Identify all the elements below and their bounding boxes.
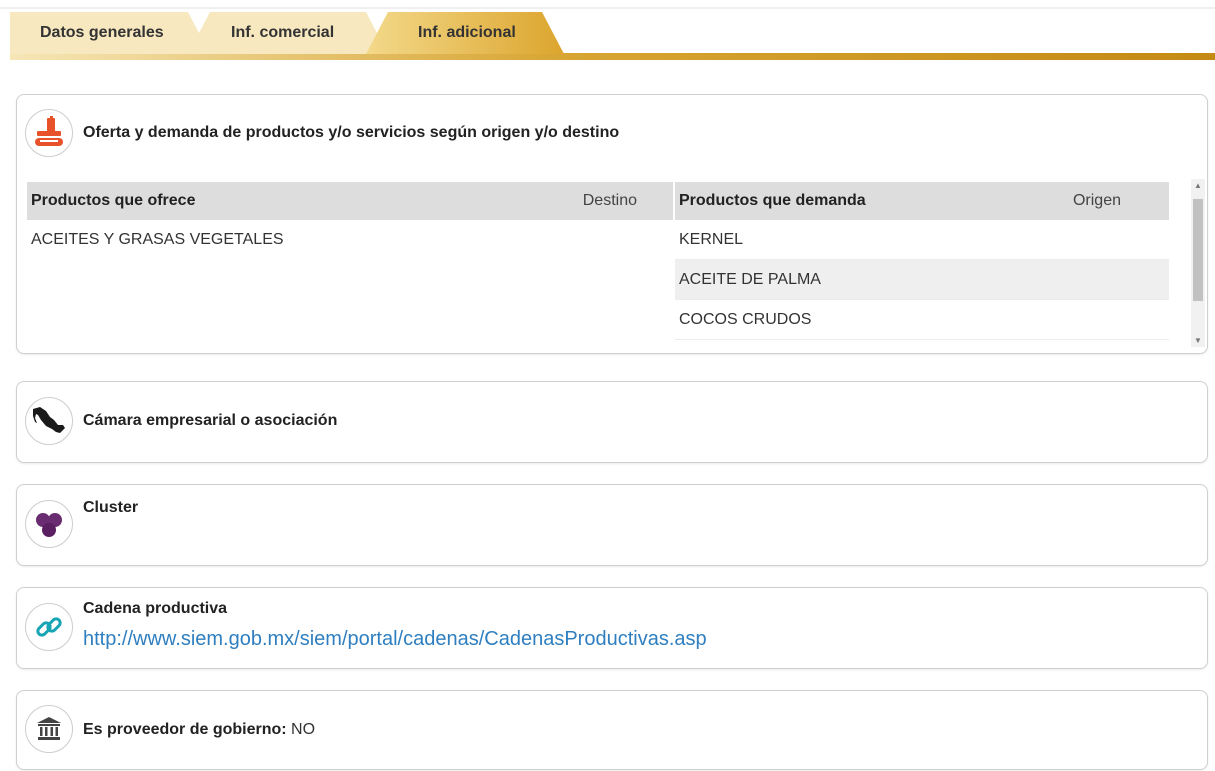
tab-datos-generales[interactable]: Datos generales — [10, 12, 210, 54]
government-building-icon — [25, 705, 73, 753]
mexico-map-icon — [25, 397, 73, 445]
gobierno-row: Es proveedor de gobierno: NO — [83, 721, 315, 739]
scale-icon — [25, 109, 73, 157]
cluster-icon — [25, 500, 73, 548]
oferta-demanda-panel: Oferta y demanda de productos y/o servic… — [16, 94, 1208, 354]
camara-panel: Cámara empresarial o asociación — [16, 381, 1208, 463]
demand-item: COCOS CRUDOS — [679, 310, 812, 328]
demand-header-row: Productos que demanda Origen — [675, 182, 1169, 220]
products-table: Productos que ofrece Destino ACEITES Y G… — [27, 182, 1187, 347]
scroll-thumb[interactable] — [1193, 199, 1203, 301]
table-row: COCOS CRUDOS — [675, 300, 1169, 340]
demand-column: Productos que demanda Origen KERNEL ACEI… — [675, 182, 1169, 340]
gobierno-value: NO — [286, 721, 316, 738]
chain-link-icon — [25, 603, 73, 651]
cadena-title: Cadena productiva — [83, 600, 228, 617]
tab-label: Datos generales — [40, 24, 164, 41]
scroll-down-icon[interactable]: ▼ — [1191, 336, 1205, 345]
tab-bar: Datos generales Inf. comercial Inf. adic… — [0, 0, 1215, 62]
tab-label: Inf. comercial — [231, 24, 335, 41]
tab-label: Inf. adicional — [418, 24, 516, 41]
demand-item: KERNEL — [679, 230, 744, 248]
gobierno-label: Es proveedor de gobierno: — [83, 721, 287, 738]
top-divider — [0, 7, 1215, 9]
vertical-scrollbar[interactable]: ▲ ▼ — [1191, 179, 1205, 347]
tab-inf-adicional[interactable]: Inf. adicional — [366, 12, 576, 54]
offer-column: Productos que ofrece Destino ACEITES Y G… — [27, 182, 673, 259]
scroll-up-icon[interactable]: ▲ — [1191, 181, 1205, 190]
cluster-panel: Cluster — [16, 484, 1208, 566]
gobierno-panel: Es proveedor de gobierno: NO — [16, 690, 1208, 770]
table-row: ACEITES Y GRASAS VEGETALES — [27, 220, 673, 259]
offer-header-row: Productos que ofrece Destino — [27, 182, 673, 220]
demand-header: Productos que demanda — [679, 192, 866, 209]
tab-underline — [10, 53, 1215, 60]
oferta-title: Oferta y demanda de productos y/o servic… — [83, 124, 620, 141]
table-row: ACEITE DE PALMA — [675, 260, 1169, 300]
cluster-title: Cluster — [83, 499, 139, 516]
table-row: KERNEL — [675, 220, 1169, 260]
cadena-panel: Cadena productiva http://www.siem.gob.mx… — [16, 587, 1208, 669]
tab-inf-comercial[interactable]: Inf. comercial — [188, 12, 388, 54]
destino-header: Destino — [582, 192, 637, 209]
demand-item: ACEITE DE PALMA — [679, 270, 821, 288]
camara-title: Cámara empresarial o asociación — [83, 412, 338, 429]
offer-header: Productos que ofrece — [31, 192, 196, 209]
origen-header: Origen — [1072, 192, 1121, 209]
cadena-link[interactable]: http://www.siem.gob.mx/siem/portal/caden… — [83, 628, 707, 651]
offer-item: ACEITES Y GRASAS VEGETALES — [31, 230, 284, 248]
